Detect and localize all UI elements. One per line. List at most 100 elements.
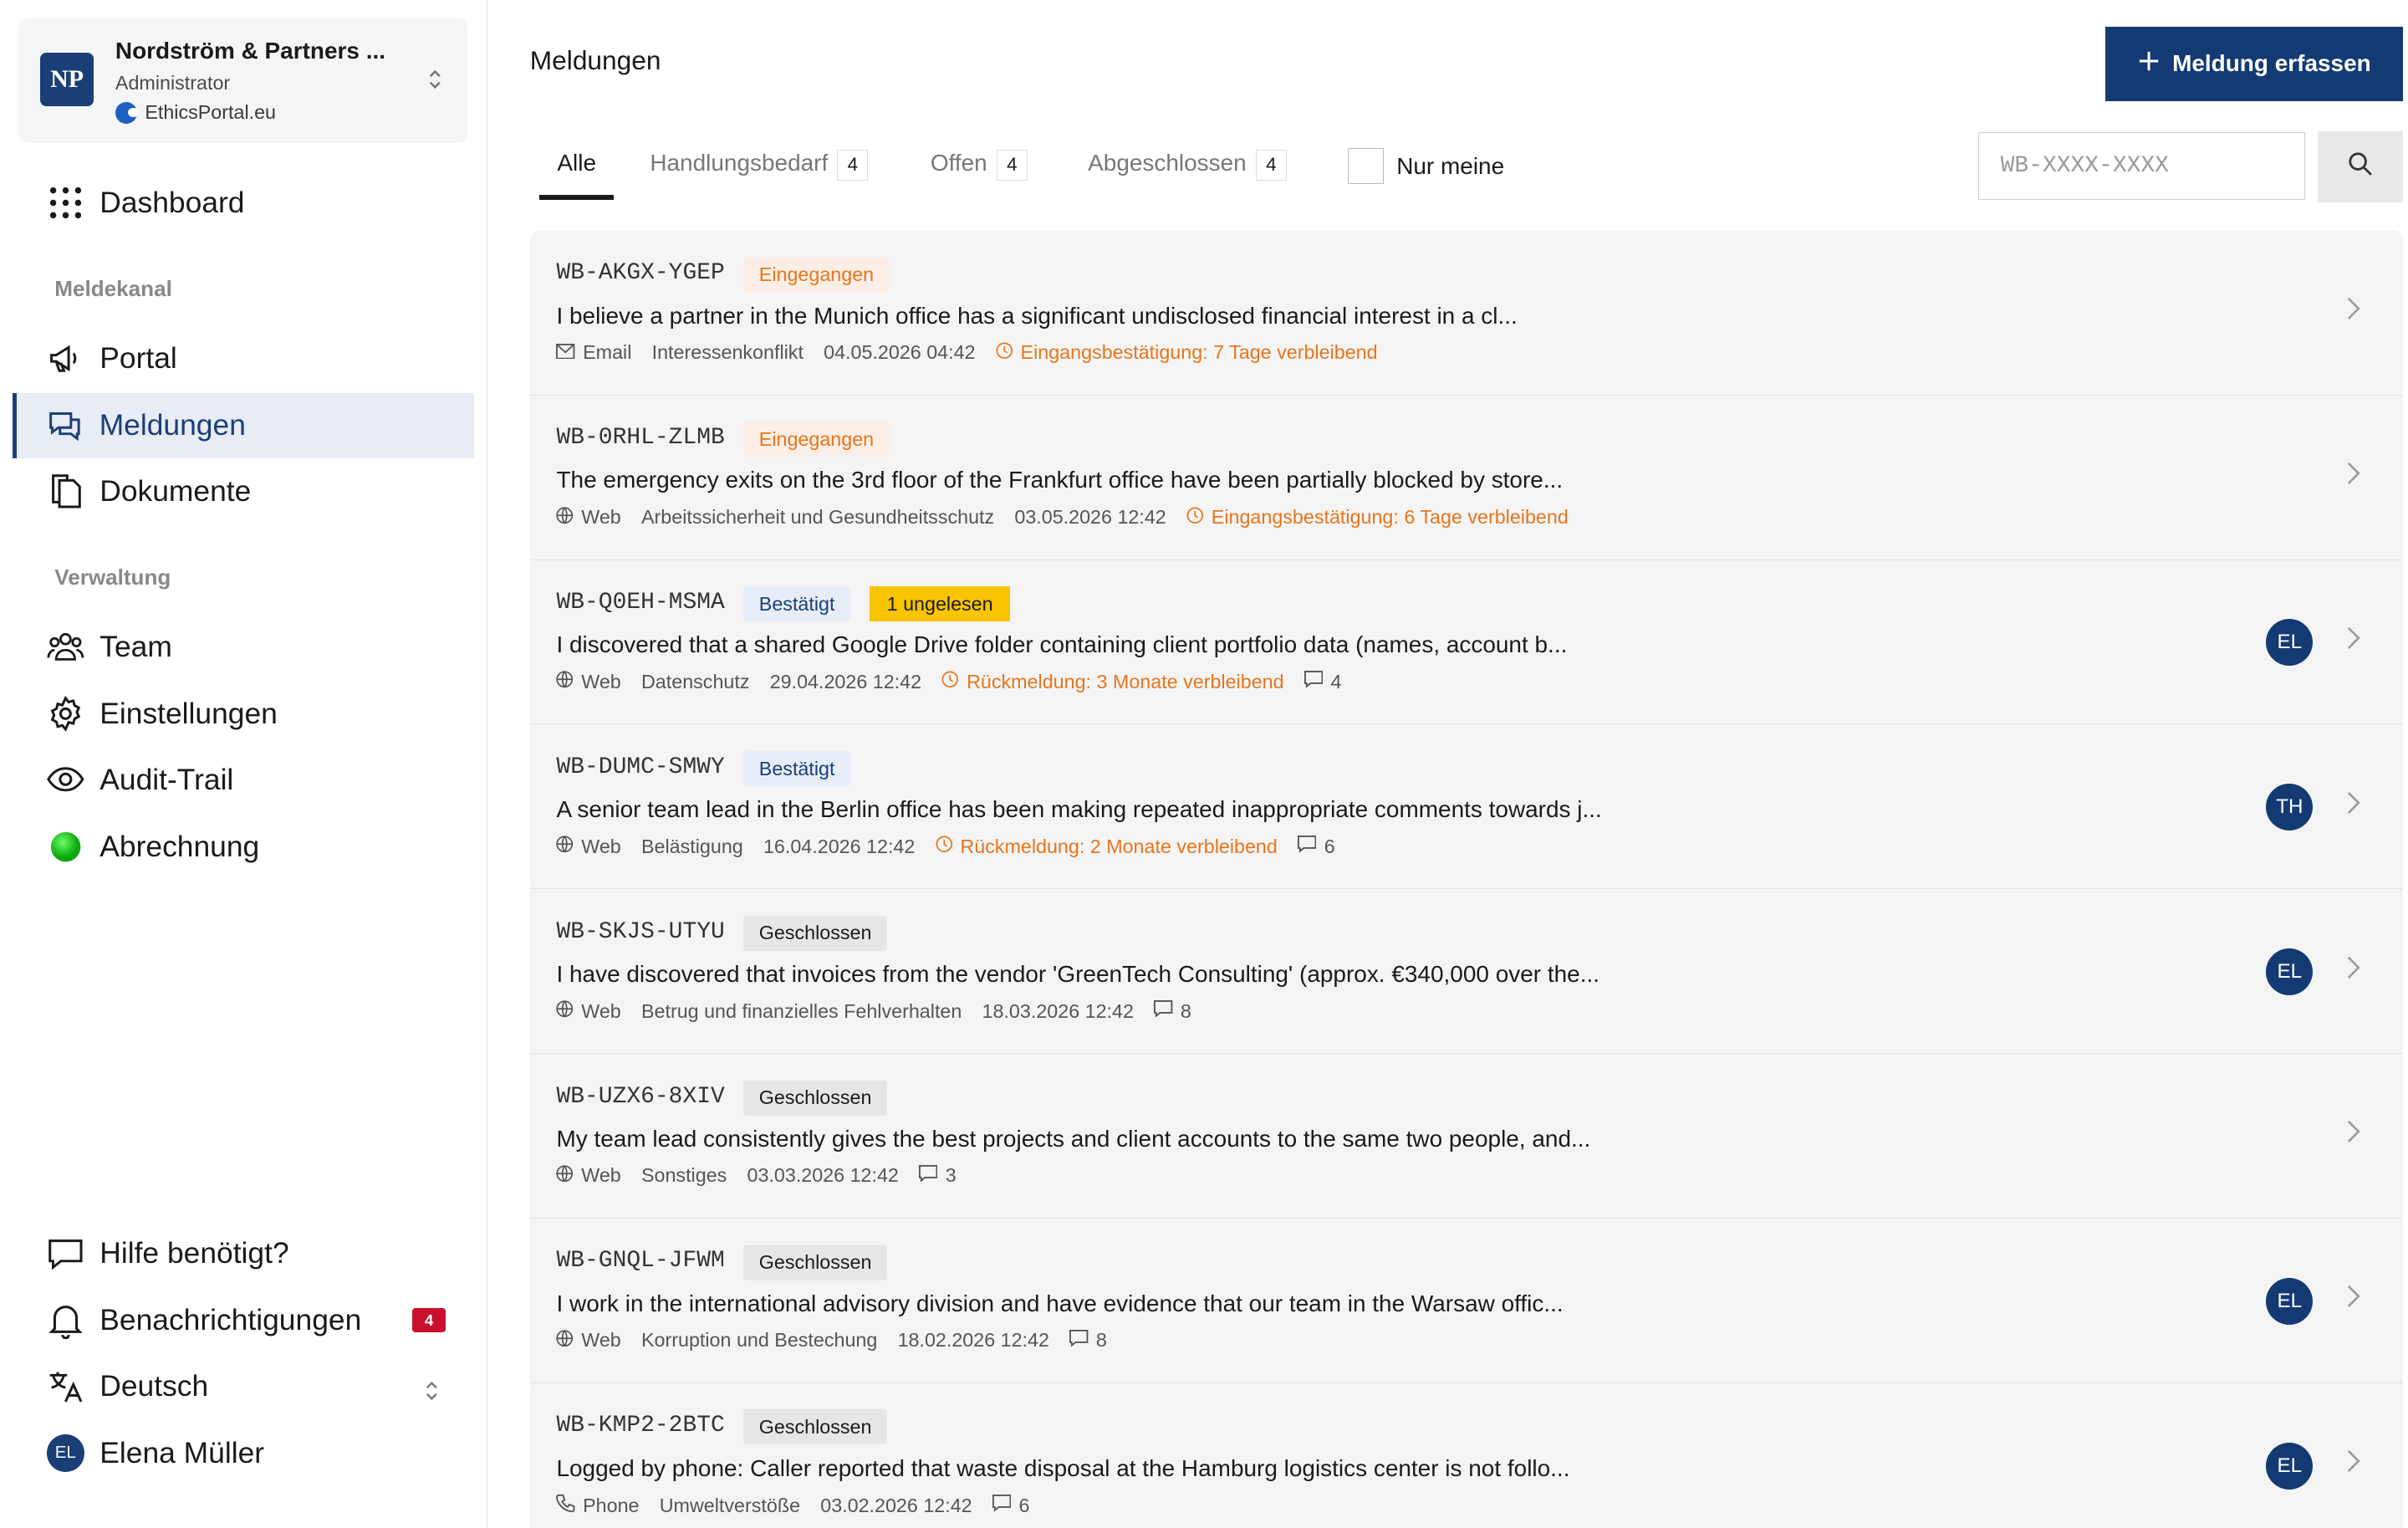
assignee-avatar: EL xyxy=(2266,1442,2314,1490)
search-icon xyxy=(2348,151,2373,182)
globe-icon xyxy=(556,671,574,693)
report-meta: Web Datenschutz 29.04.2026 12:42 Rückmeldun… xyxy=(556,671,1341,693)
language-label: Deutsch xyxy=(99,1368,209,1403)
nav-einstellungen[interactable]: Einstellungen xyxy=(13,682,474,747)
nav-einstellungen-label: Einstellungen xyxy=(99,697,278,731)
category: Belästigung xyxy=(640,835,743,857)
comment-count: 6 xyxy=(992,1495,1029,1517)
nav-dokumente[interactable]: Dokumente xyxy=(13,458,474,524)
date: 04.05.2026 04:42 xyxy=(824,341,976,364)
status-badge: Geschlossen xyxy=(743,915,888,951)
nav-portal[interactable]: Portal xyxy=(13,326,474,391)
comment-count-label: 8 xyxy=(1180,999,1191,1022)
deadline-label: Rückmeldung: 3 Monate verbleibend xyxy=(967,670,1284,692)
help-link[interactable]: Hilfe benötigt? xyxy=(13,1221,474,1286)
org-logo: NP xyxy=(40,53,94,106)
only-mine-checkbox[interactable] xyxy=(1348,148,1385,184)
sidebar: NP Nordström & Partners ... Administrato… xyxy=(0,0,488,1528)
org-switcher[interactable]: NP Nordström & Partners ... Administrato… xyxy=(18,18,468,144)
report-meta: Web Sonstiges 03.03.2026 12:42 3 xyxy=(556,1164,957,1187)
report-id: WB-0RHL-ZLMB xyxy=(556,425,725,452)
report-id: WB-Q0EH-MSMA xyxy=(556,589,725,616)
comment-count-label: 4 xyxy=(1330,670,1342,692)
date: 03.03.2026 12:42 xyxy=(747,1164,899,1187)
comment-count-label: 6 xyxy=(1324,835,1335,857)
mail-icon xyxy=(556,341,575,364)
report-row[interactable]: WB-0RHL-ZLMB Eingegangen The emergency exi… xyxy=(529,396,2404,560)
category: Datenschutz xyxy=(640,670,750,692)
search-button[interactable] xyxy=(2317,130,2404,203)
report-row[interactable]: WB-GNQL-JFWM Geschlossen I work in the int… xyxy=(529,1219,2404,1383)
report-title: I work in the international advisory div… xyxy=(556,1290,1564,1316)
report-title: A senior team lead in the Berlin office … xyxy=(556,796,1602,823)
comment-icon xyxy=(1303,671,1324,693)
nav-section-meldekanal: Meldekanal xyxy=(54,275,172,301)
nav-meldungen[interactable]: Meldungen xyxy=(12,392,474,459)
report-meta: Web Betrug und finanzielles Fehlverhalten… xyxy=(556,1000,1191,1023)
nav-dokumente-label: Dokumente xyxy=(99,473,252,508)
bell-icon xyxy=(47,1302,84,1340)
only-mine-filter[interactable]: Nur meine xyxy=(1348,148,1504,184)
report-row[interactable]: WB-UZX6-8XIV Geschlossen My team lead cons… xyxy=(529,1054,2404,1219)
report-row[interactable]: WB-DUMC-SMWY Bestätigt A senior team lead … xyxy=(529,724,2404,890)
category: Korruption und Bestechung xyxy=(640,1329,878,1352)
category: Interessenkonflikt xyxy=(651,341,804,364)
channel-label: Web xyxy=(581,1164,621,1187)
nav-section-verwaltung: Verwaltung xyxy=(54,564,171,590)
report-row[interactable]: WB-SKJS-UTYU Geschlossen I have discovered… xyxy=(529,889,2404,1055)
notifications-label: Benachrichtigungen xyxy=(99,1303,362,1337)
status-badge: Geschlossen xyxy=(743,1409,888,1445)
assignee-avatar: EL xyxy=(2266,1277,2314,1325)
channel-label: Web xyxy=(581,835,621,857)
chat-bubbles-icon xyxy=(46,407,84,445)
plus-icon xyxy=(2138,50,2160,78)
status-badge: Bestätigt xyxy=(743,586,851,622)
deadline-label: Eingangsbestätigung: 7 Tage verbleibend xyxy=(1020,341,1378,364)
add-report-button[interactable]: Meldung erfassen xyxy=(2105,26,2404,102)
report-meta: Phone Umweltverstöße 03.02.2026 12:42 6 xyxy=(556,1494,1029,1517)
tab-offen[interactable]: Offen 4 xyxy=(931,149,1028,200)
chevron-right-icon xyxy=(2345,296,2361,328)
report-row[interactable]: WB-Q0EH-MSMA Bestätigt 1 ungelesen I discov… xyxy=(529,560,2404,725)
nav-team-label: Team xyxy=(99,630,172,664)
notifications-count-badge: 4 xyxy=(411,1307,446,1333)
report-title: My team lead consistently gives the best… xyxy=(556,1125,1591,1152)
tab-alle[interactable]: Alle xyxy=(538,150,615,200)
nav-team[interactable]: Team xyxy=(13,614,474,679)
language-selector[interactable]: Deutsch xyxy=(13,1353,474,1418)
nav-abrechnung[interactable]: Abrechnung xyxy=(13,814,474,879)
channel: Web xyxy=(556,506,621,529)
search-input[interactable] xyxy=(1977,132,2305,200)
chevron-updown-icon xyxy=(424,1375,440,1409)
user-profile[interactable]: EL Elena Müller xyxy=(13,1420,474,1485)
gear-icon xyxy=(47,695,84,733)
org-name: Nordström & Partners ... xyxy=(115,37,386,64)
channel: Web xyxy=(556,1329,621,1352)
report-row[interactable]: WB-AKGX-YGEP Eingegangen I believe a partn… xyxy=(529,231,2404,396)
nav-dashboard[interactable]: Dashboard xyxy=(13,170,474,235)
category: Betrug und finanzielles Fehlverhalten xyxy=(640,999,962,1022)
globe-icon xyxy=(556,1329,574,1352)
report-row[interactable]: WB-KMP2-2BTC Geschlossen Logged by phone: … xyxy=(530,1383,2404,1528)
assignee-avatar: EL xyxy=(2266,619,2314,667)
deadline-label: Rückmeldung: 2 Monate verbleibend xyxy=(960,835,1278,857)
tab-abgeschlossen[interactable]: Abgeschlossen 4 xyxy=(1088,149,1287,200)
add-report-label: Meldung erfassen xyxy=(2172,50,2371,77)
globe-icon xyxy=(556,506,574,529)
nav-dashboard-label: Dashboard xyxy=(99,185,245,219)
tab-handlungsbedarf[interactable]: Handlungsbedarf 4 xyxy=(650,149,869,200)
report-title: I have discovered that invoices from the… xyxy=(556,960,1599,987)
org-role: Administrator xyxy=(115,71,231,94)
globe-icon xyxy=(556,836,574,858)
clock-icon xyxy=(1186,506,1204,529)
nav-audit-trail[interactable]: Audit-Trail xyxy=(13,747,474,812)
tab-label: Handlungsbedarf xyxy=(650,149,829,176)
chevron-updown-icon xyxy=(427,67,443,94)
channel-label: Web xyxy=(581,506,621,529)
phone-icon xyxy=(556,1494,575,1517)
channel: Phone xyxy=(556,1494,640,1517)
org-portal: EthicsPortal.eu xyxy=(115,101,276,124)
channel-label: Web xyxy=(581,999,621,1022)
notifications-link[interactable]: Benachrichtigungen 4 xyxy=(13,1288,474,1353)
comment-icon xyxy=(1154,1000,1173,1023)
